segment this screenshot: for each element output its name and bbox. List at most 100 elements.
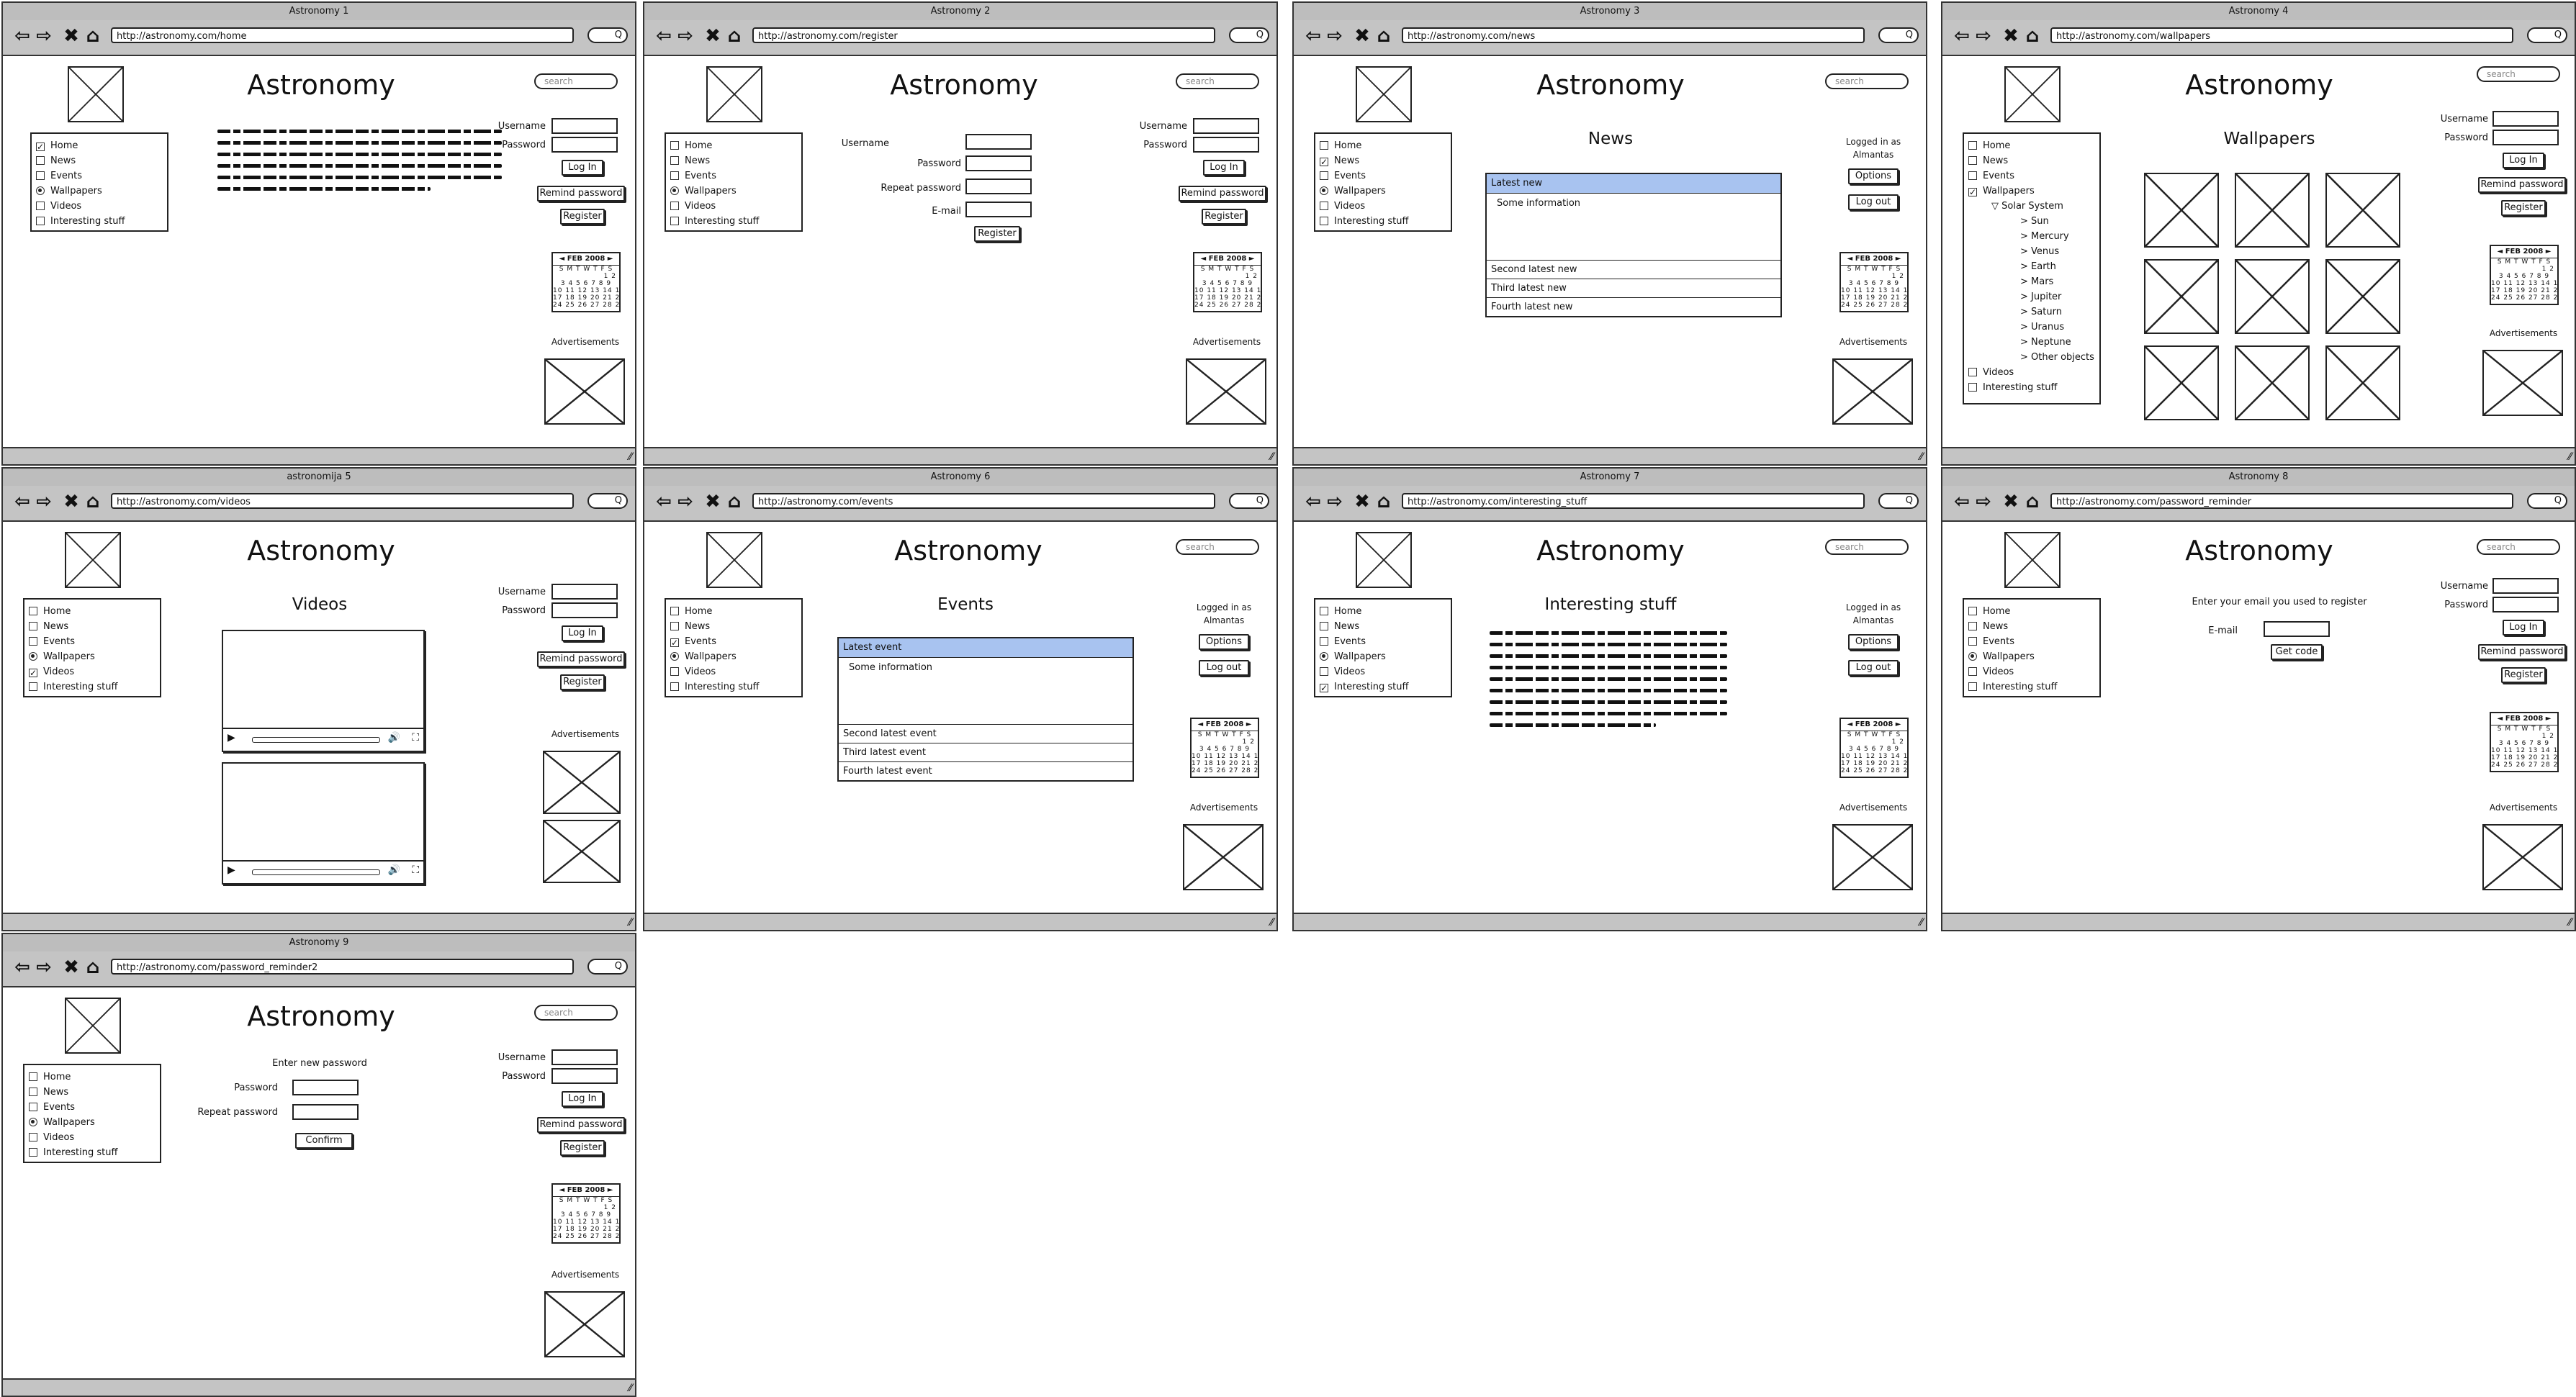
wallpaper-thumbnail[interactable] (2325, 259, 2400, 334)
volume-icon[interactable]: 🔊 (388, 732, 400, 743)
resize-grip-icon[interactable]: ⁄⁄ (2568, 451, 2572, 463)
username-field[interactable] (1193, 118, 1259, 134)
logout-button[interactable]: Log out (1848, 194, 1899, 210)
nav-item-interesting[interactable]: Interesting stuff (670, 679, 797, 695)
get-code-button[interactable]: Get code (2271, 644, 2323, 660)
search-input[interactable]: search (2477, 66, 2560, 82)
browser-search-icon[interactable]: Q (587, 27, 628, 43)
home-icon[interactable]: ⌂ (725, 26, 744, 46)
nav-item-home[interactable]: Home (1320, 138, 1446, 153)
stop-icon[interactable]: ✖ (62, 26, 81, 46)
reminder-email-field[interactable] (2264, 621, 2330, 637)
tree-item[interactable]: > Uranus (2020, 320, 2095, 335)
nav-item-events[interactable]: ✓ Events (670, 634, 797, 649)
nav-item-home[interactable]: Home (29, 604, 156, 619)
nav-item-news[interactable]: News (670, 619, 797, 634)
nav-item-news[interactable]: News (1320, 619, 1446, 634)
home-icon[interactable]: ⌂ (725, 492, 744, 512)
tree-item[interactable]: > Jupiter (2020, 289, 2095, 304)
back-icon[interactable]: ⇦ (654, 26, 673, 46)
home-icon[interactable]: ⌂ (1374, 492, 1393, 512)
remind-password-button[interactable]: Remind password (1179, 186, 1266, 202)
search-input[interactable]: search (534, 73, 618, 89)
nav-item-videos[interactable]: Videos (36, 199, 163, 214)
calendar[interactable]: ◄ FEB 2008 ► S M T W T F S 1 2 3 4 5 6 7… (2490, 245, 2559, 305)
register-button[interactable]: Register (560, 1140, 605, 1156)
stop-icon[interactable]: ✖ (1353, 26, 1372, 46)
video-player[interactable]: ▶ 🔊 ⛶ (222, 630, 425, 752)
calendar[interactable]: ◄ FEB 2008 ► S M T W T F S 1 2 3 4 5 6 7… (551, 252, 621, 312)
username-field[interactable] (551, 1049, 618, 1065)
home-icon[interactable]: ⌂ (2023, 26, 2042, 46)
browser-search-icon[interactable]: Q (1878, 27, 1919, 43)
fullscreen-icon[interactable]: ⛶ (412, 732, 419, 743)
address-bar[interactable]: http://astronomy.com/home (111, 27, 574, 43)
forward-icon[interactable]: ⇨ (1974, 26, 1993, 46)
nav-item-home[interactable]: ✓ Home (36, 138, 163, 153)
play-icon[interactable]: ▶ (228, 732, 235, 743)
fullscreen-icon[interactable]: ⛶ (412, 864, 419, 876)
list-item[interactable]: Second latest event (839, 725, 1132, 743)
advertisement-placeholder[interactable] (2482, 824, 2563, 890)
nav-item-videos[interactable]: Videos (670, 199, 797, 214)
stop-icon[interactable]: ✖ (1353, 492, 1372, 512)
tree-item[interactable]: > Saturn (2020, 304, 2095, 320)
home-icon[interactable]: ⌂ (84, 26, 102, 46)
nav-item-videos[interactable]: ✓ Videos (29, 664, 156, 679)
video-seek-bar[interactable] (252, 737, 380, 743)
reg-repeat-password-field[interactable] (965, 178, 1032, 194)
nav-item-home[interactable]: Home (1968, 138, 2095, 153)
username-field[interactable] (551, 118, 618, 134)
nav-item-interesting[interactable]: Interesting stuff (29, 679, 156, 695)
address-bar[interactable]: http://astronomy.com/events (752, 493, 1215, 509)
browser-search-icon[interactable]: Q (587, 959, 628, 975)
nav-item-home[interactable]: Home (29, 1070, 156, 1085)
nav-item-news[interactable]: News (29, 619, 156, 634)
nav-item-interesting[interactable]: Interesting stuff (1320, 214, 1446, 229)
advertisement-placeholder[interactable] (1186, 358, 1266, 425)
options-button[interactable]: Options (1199, 634, 1249, 650)
login-button[interactable]: Log In (2503, 153, 2544, 168)
volume-icon[interactable]: 🔊 (388, 864, 400, 876)
nav-item-interesting[interactable]: Interesting stuff (1968, 679, 2095, 695)
nav-item-wallpapers[interactable]: ✓ Wallpapers (1968, 184, 2095, 199)
password-field[interactable] (2492, 130, 2559, 145)
resize-grip-icon[interactable]: ⁄⁄ (1919, 451, 1923, 463)
advertisement-placeholder[interactable] (544, 1291, 625, 1357)
nav-item-videos[interactable]: Videos (1968, 365, 2095, 380)
remind-password-button[interactable]: Remind password (537, 1117, 625, 1133)
nav-item-home[interactable]: Home (1320, 604, 1446, 619)
nav-item-news[interactable]: News (29, 1085, 156, 1100)
reg-username-field[interactable] (965, 134, 1032, 150)
stop-icon[interactable]: ✖ (2001, 492, 2020, 512)
tree-item[interactable]: > Other objects (2020, 350, 2095, 365)
browser-search-icon[interactable]: Q (1878, 493, 1919, 509)
calendar[interactable]: ◄ FEB 2008 ► S M T W T F S 1 2 3 4 5 6 7… (1193, 252, 1262, 312)
wallpaper-thumbnail[interactable] (2144, 345, 2219, 420)
nav-item-wallpapers[interactable]: Wallpapers (29, 649, 156, 664)
search-input[interactable]: search (534, 1005, 618, 1021)
back-icon[interactable]: ⇦ (654, 492, 673, 512)
address-bar[interactable]: http://astronomy.com/password_reminder2 (111, 959, 574, 975)
resize-grip-icon[interactable]: ⁄⁄ (1919, 917, 1923, 928)
login-button[interactable]: Log In (562, 160, 603, 176)
register-button[interactable]: Register (1202, 209, 1246, 225)
remind-password-button[interactable]: Remind password (2478, 644, 2566, 660)
tree-folder-solar-system[interactable]: ▽ Solar System (1991, 199, 2095, 214)
wallpaper-thumbnail[interactable] (2235, 259, 2310, 334)
nav-item-interesting[interactable]: Interesting stuff (36, 214, 163, 229)
home-icon[interactable]: ⌂ (84, 957, 102, 977)
nav-item-videos[interactable]: Videos (1968, 664, 2095, 679)
nav-item-events[interactable]: Events (670, 168, 797, 184)
forward-icon[interactable]: ⇨ (676, 492, 695, 512)
forward-icon[interactable]: ⇨ (1974, 492, 1993, 512)
logout-button[interactable]: Log out (1199, 660, 1249, 676)
tree-item[interactable]: > Earth (2020, 259, 2095, 274)
browser-search-icon[interactable]: Q (2527, 27, 2567, 43)
forward-icon[interactable]: ⇨ (1325, 492, 1344, 512)
browser-search-icon[interactable]: Q (1229, 27, 1269, 43)
new-password-field[interactable] (292, 1080, 359, 1095)
nav-item-videos[interactable]: Videos (1320, 664, 1446, 679)
resize-grip-icon[interactable]: ⁄⁄ (629, 1383, 632, 1394)
resize-grip-icon[interactable]: ⁄⁄ (1270, 917, 1274, 928)
